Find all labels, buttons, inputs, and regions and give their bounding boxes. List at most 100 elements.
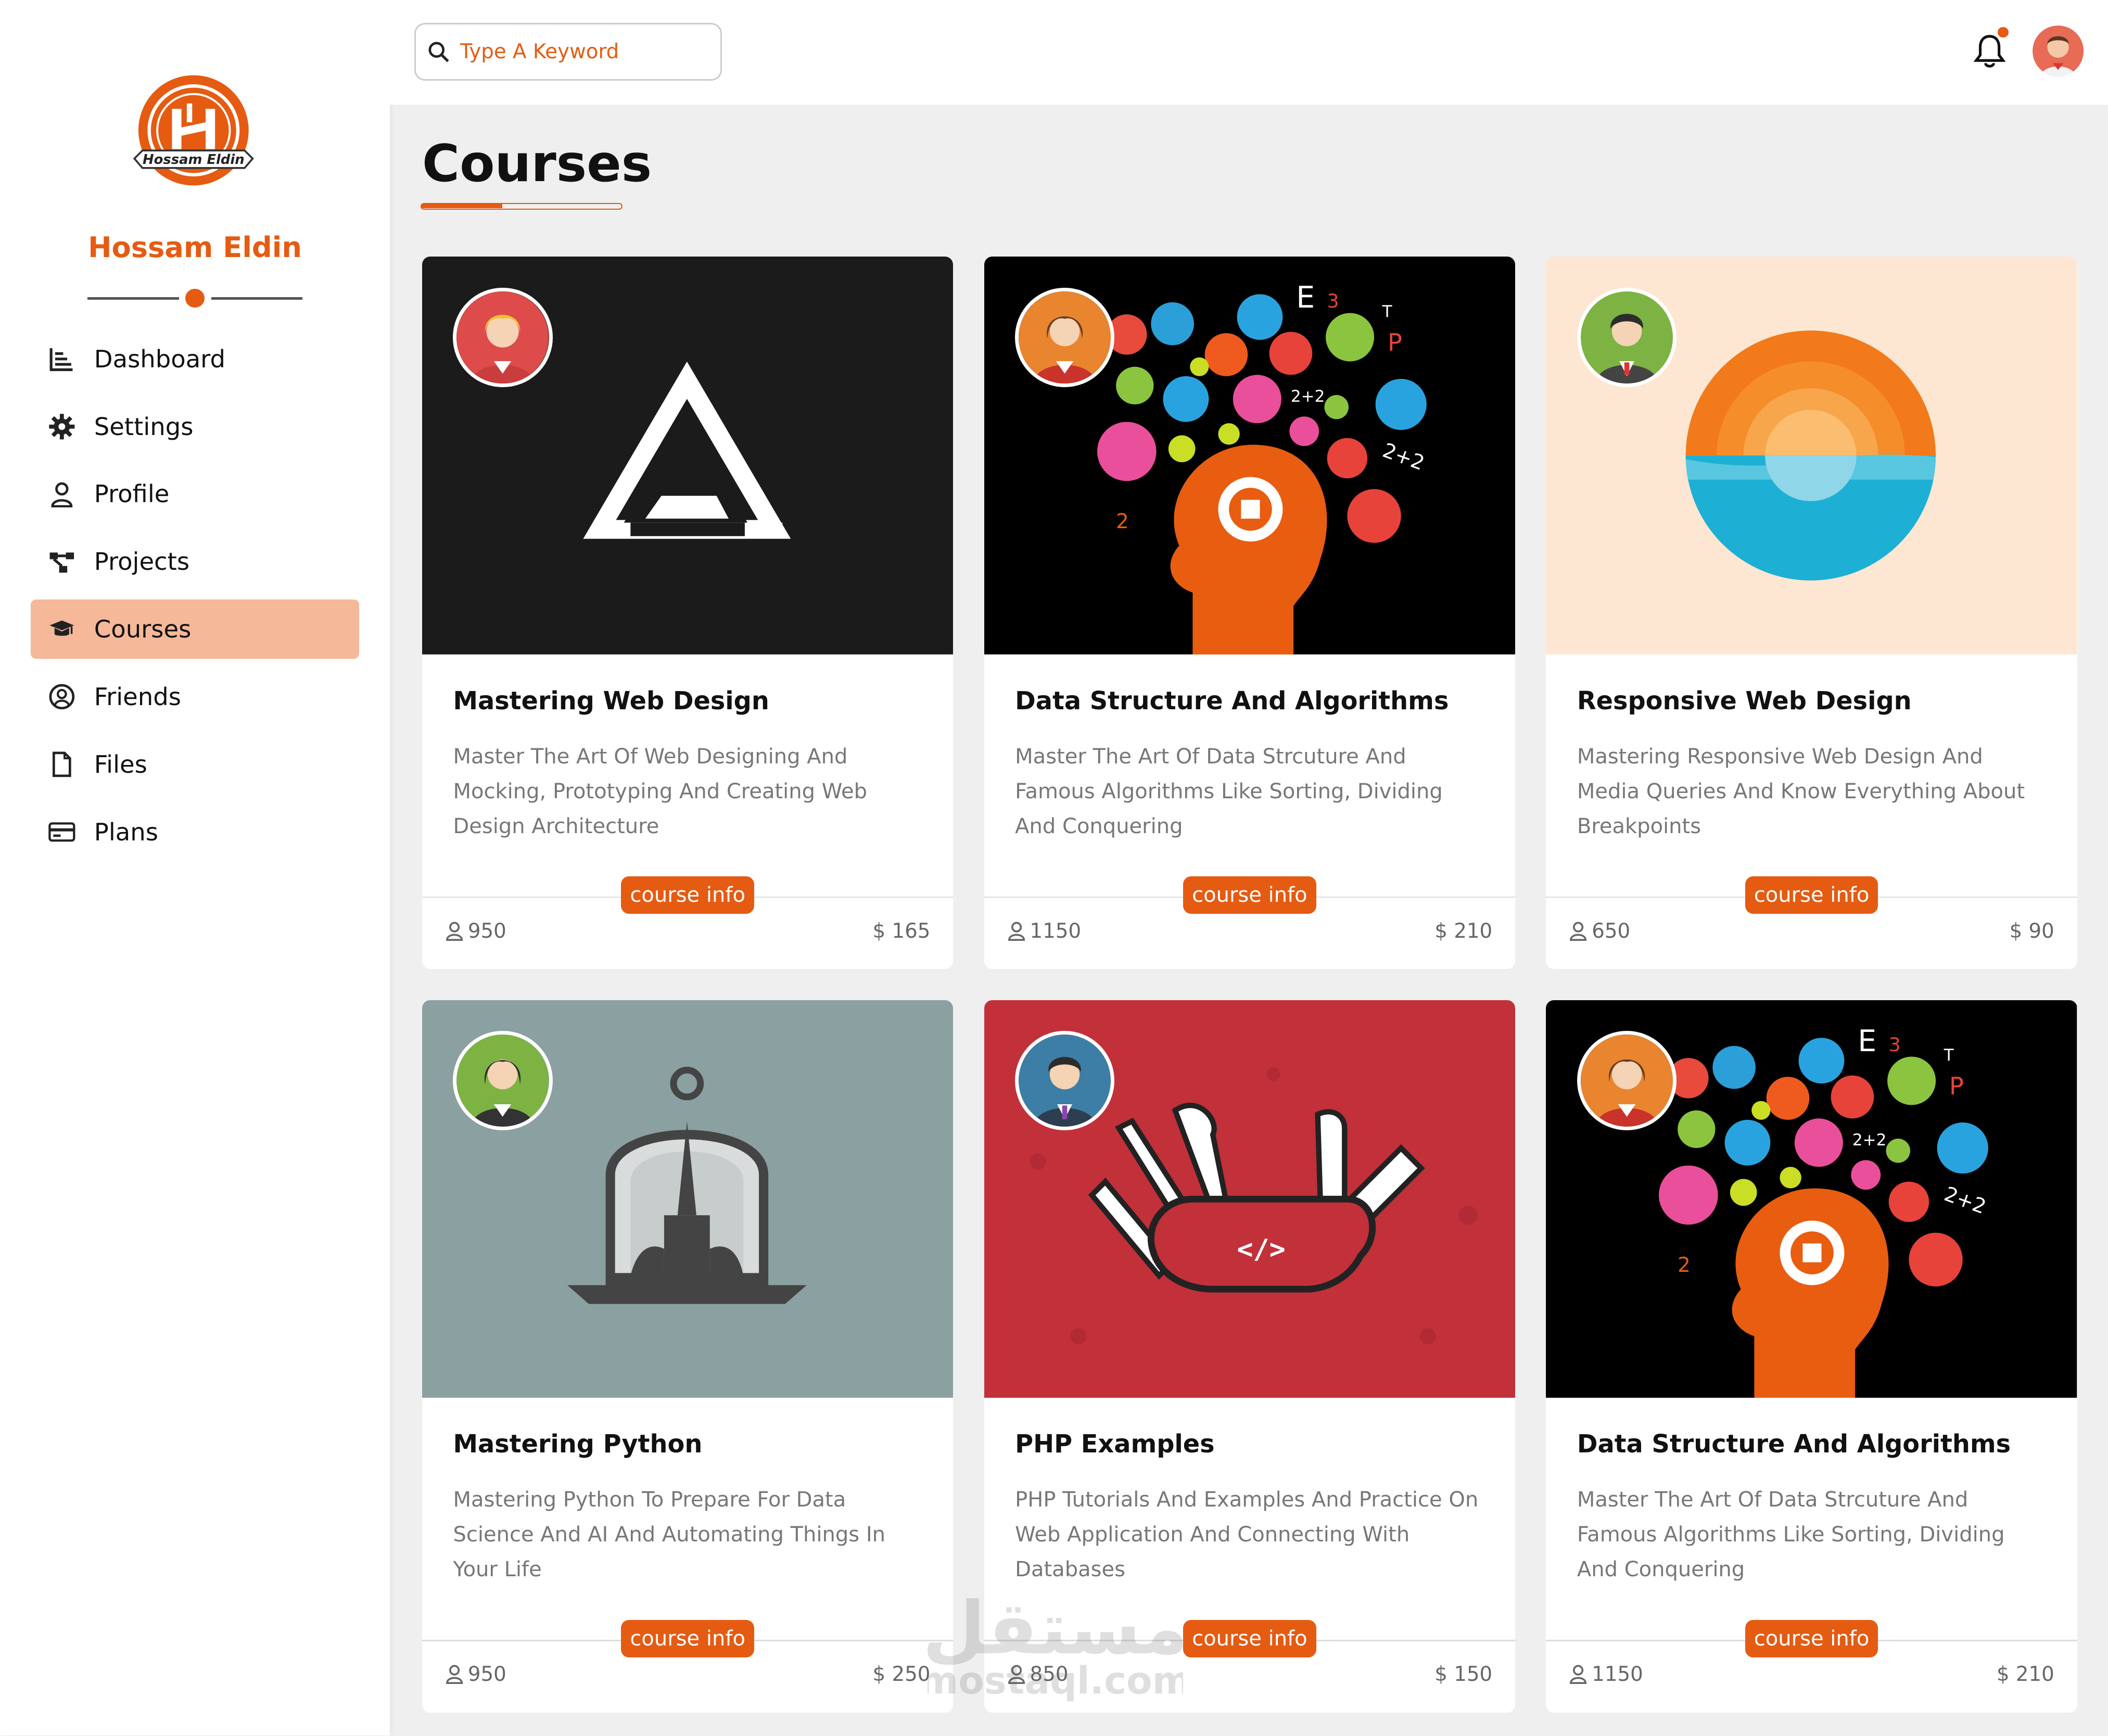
svg-text:P: P bbox=[1949, 1072, 1964, 1100]
course-card: E 3 T P 2+2 2+2 2 Data Structure And Algorithm… bbox=[1546, 1000, 2077, 1713]
instructor-avatar bbox=[1577, 1031, 1677, 1131]
course-description: Mastering Responsive Web Design And Medi… bbox=[1577, 744, 2025, 838]
svg-text:T: T bbox=[1381, 303, 1392, 322]
project-diagram-icon bbox=[48, 548, 75, 576]
bar-chart-icon bbox=[48, 346, 75, 373]
search-input[interactable] bbox=[460, 40, 716, 63]
page: Hossam Eldin Hossam Eldin Dashboard Sett… bbox=[0, 0, 2108, 1735]
svg-text:E: E bbox=[1858, 1024, 1877, 1058]
watermark: مستقل mostaql.com bbox=[919, 1579, 1191, 1727]
instructor-avatar bbox=[453, 287, 553, 387]
user-icon bbox=[1008, 922, 1025, 941]
course-title: Data Structure And Algorithms bbox=[1015, 686, 1449, 716]
sidebar-nav: Dashboard Settings Profile Projects Cour… bbox=[31, 329, 359, 870]
course-info-button[interactable]: course info bbox=[621, 876, 755, 914]
svg-text:mostaql.com: mostaql.com bbox=[928, 1660, 1183, 1703]
sidebar-item-profile[interactable]: Profile bbox=[31, 465, 359, 524]
credit-card-icon bbox=[48, 819, 75, 846]
svg-text:2: 2 bbox=[1678, 1254, 1691, 1277]
sidebar-item-courses[interactable]: Courses bbox=[31, 599, 359, 659]
course-card: Mastering Web Design Master The Art Of W… bbox=[422, 257, 954, 969]
gear-icon bbox=[48, 413, 75, 440]
course-price: $ 250 bbox=[872, 1663, 931, 1687]
svg-text:2+2: 2+2 bbox=[1291, 387, 1325, 406]
svg-text:E: E bbox=[1296, 280, 1315, 315]
sidebar-item-projects[interactable]: Projects bbox=[31, 532, 359, 592]
sidebar-item-label: Dashboard bbox=[94, 344, 225, 373]
course-description: Master The Art Of Data Strcuture And Fam… bbox=[1015, 744, 1443, 838]
students-count: 950 bbox=[445, 1663, 506, 1686]
sidebar: Hossam Eldin Hossam Eldin Dashboard Sett… bbox=[0, 0, 390, 1735]
search-box[interactable] bbox=[414, 22, 722, 81]
course-card: Responsive Web Design Mastering Responsi… bbox=[1546, 257, 2077, 969]
course-description: Mastering Python To Prepare For Data Sci… bbox=[453, 1488, 886, 1582]
user-icon bbox=[48, 481, 75, 508]
sidebar-item-plans[interactable]: Plans bbox=[31, 802, 359, 862]
svg-text:</>: </> bbox=[1237, 1234, 1285, 1265]
course-info-button[interactable]: course info bbox=[1745, 876, 1878, 914]
students-count: 1150 bbox=[1007, 920, 1081, 943]
instructor-avatar bbox=[1015, 1031, 1115, 1131]
user-icon bbox=[446, 922, 463, 941]
svg-text:مستقل: مستقل bbox=[928, 1586, 1183, 1670]
course-info-button[interactable]: course info bbox=[1183, 1619, 1316, 1657]
course-card: Mastering Python Mastering Python To Pre… bbox=[422, 1000, 954, 1713]
user-icon bbox=[1570, 1665, 1587, 1684]
sidebar-item-settings[interactable]: Settings bbox=[31, 397, 359, 456]
file-icon bbox=[48, 751, 75, 778]
sidebar-item-label: Files bbox=[94, 750, 147, 779]
brand-logo[interactable]: Hossam Eldin bbox=[132, 74, 256, 192]
course-title: Responsive Web Design bbox=[1577, 686, 1912, 716]
brand-divider bbox=[87, 286, 303, 310]
course-description: Master The Art Of Data Strcuture And Fam… bbox=[1577, 1488, 2005, 1582]
logo-text: Hossam Eldin bbox=[143, 152, 245, 168]
students-count: 650 bbox=[1569, 920, 1630, 943]
sidebar-item-files[interactable]: Files bbox=[31, 735, 359, 794]
user-avatar[interactable] bbox=[2033, 25, 2084, 77]
svg-text:T: T bbox=[1944, 1046, 1954, 1065]
sidebar-item-label: Friends bbox=[94, 683, 181, 711]
students-count: 950 bbox=[445, 920, 506, 943]
user-circle-icon bbox=[48, 683, 75, 710]
students-count: 1150 bbox=[1569, 1663, 1643, 1686]
course-price: $ 150 bbox=[1434, 1663, 1493, 1687]
svg-text:P: P bbox=[1388, 328, 1402, 356]
svg-text:2+2: 2+2 bbox=[1852, 1131, 1886, 1150]
course-info-button[interactable]: course info bbox=[1745, 1619, 1878, 1657]
svg-text:3: 3 bbox=[1327, 290, 1339, 312]
user-icon bbox=[1570, 922, 1587, 941]
page-title: Courses bbox=[422, 134, 652, 194]
instructor-avatar bbox=[453, 1031, 553, 1131]
sidebar-item-dashboard[interactable]: Dashboard bbox=[31, 329, 359, 389]
instructor-avatar bbox=[1577, 287, 1677, 387]
course-info-button[interactable]: course info bbox=[1183, 876, 1316, 914]
sidebar-item-label: Profile bbox=[94, 480, 170, 508]
course-price: $ 165 bbox=[872, 919, 931, 943]
brand-name: Hossam Eldin bbox=[88, 231, 302, 264]
course-price: $ 210 bbox=[1434, 919, 1493, 943]
course-card: E 3 T P 2+2 2+2 2 Data Structure And Algorithm… bbox=[984, 257, 1516, 969]
course-description: Master The Art Of Web Designing And Mock… bbox=[453, 744, 868, 838]
svg-text:2: 2 bbox=[1116, 510, 1129, 533]
search-icon bbox=[428, 42, 449, 62]
top-header bbox=[390, 0, 2108, 105]
instructor-avatar bbox=[1015, 287, 1115, 387]
svg-text:3: 3 bbox=[1889, 1033, 1901, 1056]
course-price: $ 90 bbox=[2009, 919, 2054, 943]
user-icon bbox=[446, 1665, 463, 1684]
course-price: $ 210 bbox=[1996, 1663, 2054, 1687]
bell-icon[interactable] bbox=[1972, 32, 2007, 70]
sidebar-item-label: Plans bbox=[94, 818, 158, 846]
graduation-cap-icon bbox=[48, 616, 75, 643]
course-title: Mastering Python bbox=[453, 1430, 703, 1459]
course-title: PHP Examples bbox=[1015, 1430, 1215, 1459]
course-info-button[interactable]: course info bbox=[621, 1619, 755, 1657]
course-title: Data Structure And Algorithms bbox=[1577, 1430, 2011, 1459]
course-title: Mastering Web Design bbox=[453, 686, 769, 716]
notification-dot bbox=[1998, 27, 2009, 38]
sidebar-item-friends[interactable]: Friends bbox=[31, 667, 359, 726]
course-description: PHP Tutorials And Examples And Practice … bbox=[1015, 1488, 1479, 1582]
title-underline bbox=[421, 203, 623, 210]
sidebar-item-label: Settings bbox=[94, 412, 194, 441]
sidebar-item-label: Courses bbox=[94, 615, 192, 644]
